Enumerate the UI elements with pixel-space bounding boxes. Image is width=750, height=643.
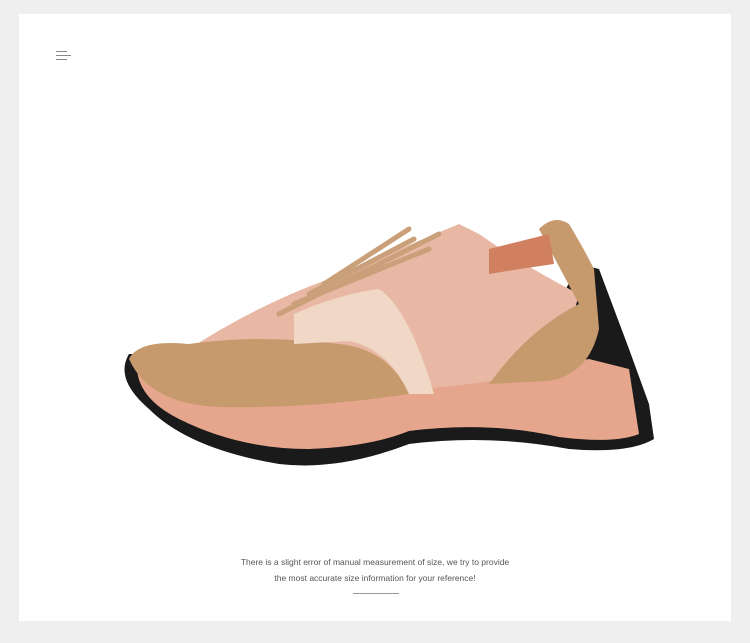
menu-icon[interactable]: [56, 51, 72, 63]
disclaimer-line-2: the most accurate size information for y…: [274, 573, 476, 583]
divider: [353, 593, 399, 594]
sneaker-image: [124, 220, 654, 466]
disclaimer-line-1: There is a slight error of manual measur…: [240, 557, 510, 567]
product-card: There is a slight error of manual measur…: [19, 14, 731, 621]
size-disclaimer: There is a slight error of manual measur…: [19, 554, 731, 586]
